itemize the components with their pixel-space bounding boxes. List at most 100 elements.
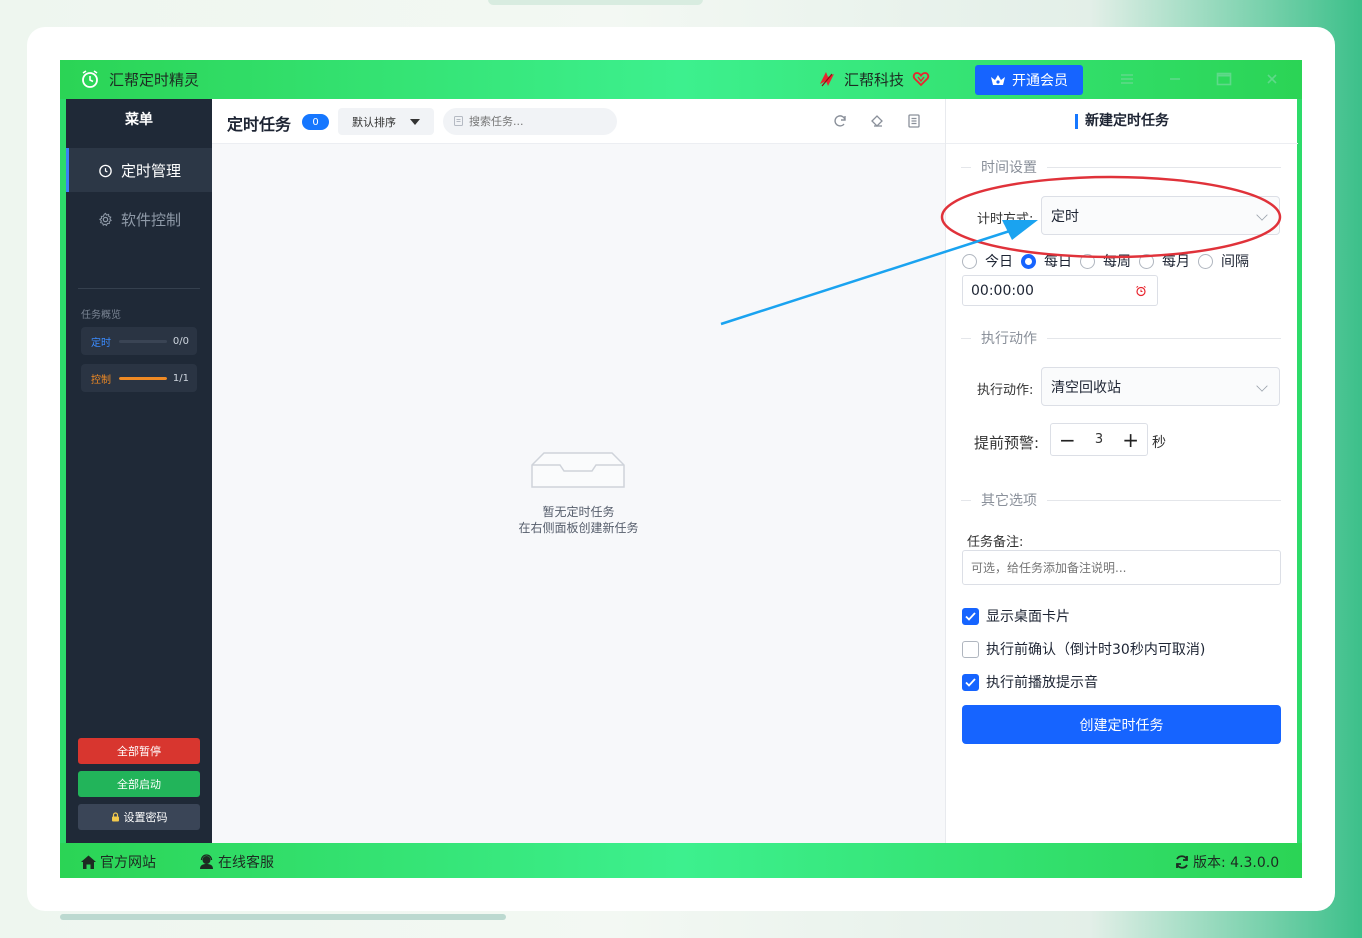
set-password-label: 设置密码 (123, 811, 168, 824)
chevron-down-icon (1256, 209, 1268, 221)
timing-mode-value: 定时 (1051, 208, 1079, 225)
start-all-label: 全部启动 (117, 778, 161, 791)
checkbox-box (962, 607, 979, 625)
radio-daily[interactable]: 每日 (1021, 251, 1072, 271)
play-sound-checkbox[interactable]: 执行前播放提示音 (962, 672, 1098, 692)
official-website-link[interactable]: 官方网站 (80, 852, 156, 872)
caret-down-icon (410, 119, 420, 125)
version-label: 版本: 4.3.0.0 (1193, 855, 1280, 871)
close-icon[interactable] (1263, 70, 1281, 88)
create-task-button[interactable]: 创建定时任务 (962, 705, 1281, 744)
support-label: 在线客服 (218, 855, 274, 871)
warning-label: 提前预警: (974, 434, 1040, 452)
empty-state-hint: 在右侧面板创建新任务 (518, 521, 639, 535)
check-icon (965, 611, 976, 621)
stat-label: 控制 (91, 374, 111, 386)
warning-unit: 秒 (1152, 435, 1166, 451)
status-bar: 官方网站 在线客服 版本: 4.3.0.0 (60, 843, 1302, 878)
sidebar-item-label: 软件控制 (121, 210, 182, 229)
radio-label: 每日 (1044, 254, 1072, 270)
task-count-badge: 0 (302, 114, 329, 130)
app-title: 汇帮定时精灵 (109, 71, 200, 89)
warning-stepper: − 3 + (1050, 423, 1148, 456)
maximize-icon[interactable] (1215, 70, 1233, 88)
increment-button[interactable]: + (1122, 428, 1139, 452)
checkbox-label: 执行前播放提示音 (986, 675, 1098, 691)
start-all-button[interactable]: 全部启动 (78, 771, 200, 797)
new-task-header: 新建定时任务 (946, 99, 1298, 144)
control-stat: 控制 1/1 (81, 364, 197, 392)
log-icon[interactable] (906, 113, 922, 129)
stat-progress-fill (119, 376, 167, 380)
online-support-link[interactable]: 在线客服 (198, 852, 274, 872)
sidebar-divider (78, 288, 200, 289)
show-desktop-card-checkbox[interactable]: 显示桌面卡片 (962, 606, 1070, 626)
section-title: 时间设置 (981, 160, 1037, 176)
sort-dropdown[interactable]: 默认排序 (338, 108, 434, 135)
app-window: 汇帮定时精灵 汇帮科技 开通会员 菜单 定时管理 软件控制 任务概览 定时 0/… (60, 60, 1302, 878)
action-select[interactable]: 清空回收站 (1041, 367, 1280, 406)
sidebar-item-software-control[interactable]: 软件控制 (66, 197, 212, 241)
radio-circle (962, 253, 977, 269)
radio-label: 今日 (985, 254, 1013, 270)
section-title: 其它选项 (981, 493, 1037, 509)
time-input[interactable]: 00:00:00 (962, 275, 1158, 306)
time-settings-section: 时间设置 (961, 157, 1281, 177)
radio-weekly[interactable]: 每周 (1080, 251, 1131, 271)
timing-mode-select[interactable]: 定时 (1041, 196, 1280, 235)
minimize-icon[interactable] (1166, 70, 1184, 88)
pause-all-label: 全部暂停 (117, 745, 161, 758)
confirm-before-run-checkbox[interactable]: 执行前确认（倒计时30秒内可取消) (962, 639, 1205, 659)
time-value: 00:00:00 (971, 282, 1034, 299)
refresh-icon[interactable] (832, 113, 848, 129)
radio-interval[interactable]: 间隔 (1198, 251, 1249, 271)
sidebar-item-timer-management[interactable]: 定时管理 (66, 148, 212, 192)
brand-logo-icon (820, 72, 834, 87)
sidebar-item-label: 定时管理 (121, 161, 182, 180)
search-input[interactable] (443, 108, 617, 135)
website-label: 官方网站 (100, 855, 156, 871)
action-value: 清空回收站 (1051, 379, 1121, 396)
create-task-label: 创建定时任务 (1079, 717, 1164, 734)
note-input[interactable] (962, 550, 1281, 585)
repeat-radio-group: 今日 每日 每周 每月 间隔 (962, 251, 1257, 271)
clear-icon[interactable] (869, 113, 885, 129)
support-agent-icon (200, 854, 213, 869)
timer-stat: 定时 0/0 (81, 327, 197, 355)
decrement-button[interactable]: − (1059, 428, 1076, 452)
title-bar[interactable]: 汇帮定时精灵 汇帮科技 开通会员 (60, 60, 1302, 99)
stat-label: 定时 (91, 337, 111, 349)
note-label: 任务备注: (967, 535, 1024, 550)
sort-label: 默认排序 (352, 115, 396, 129)
background-decoration (488, 0, 703, 5)
stat-count: 0/0 (172, 335, 189, 347)
pause-all-button[interactable]: 全部暂停 (78, 738, 200, 764)
alarm-icon[interactable] (1135, 285, 1147, 297)
clock-icon (99, 164, 112, 177)
checkbox-box (962, 673, 979, 691)
menu-icon[interactable] (1118, 70, 1136, 88)
vip-upgrade-button[interactable]: 开通会员 (975, 65, 1083, 95)
action-section: 执行动作 (961, 328, 1281, 348)
set-password-button[interactable]: 设置密码 (78, 804, 200, 830)
background-decoration (60, 914, 506, 920)
empty-inbox-icon (531, 452, 625, 488)
warning-value[interactable]: 3 (1095, 432, 1103, 447)
radio-today[interactable]: 今日 (962, 251, 1013, 271)
heart-icon (912, 72, 930, 87)
brand-name: 汇帮科技 (844, 71, 905, 89)
sync-icon (1176, 855, 1188, 869)
radio-circle (1021, 253, 1036, 269)
checkbox-box (962, 640, 979, 658)
new-task-panel: 新建定时任务 时间设置 计时方式: 定时 今日 每日 每周 每月 间隔 00:0… (945, 99, 1298, 843)
radio-label: 间隔 (1221, 254, 1249, 270)
radio-circle (1080, 253, 1095, 269)
search-icon (454, 116, 463, 126)
radio-monthly[interactable]: 每月 (1139, 251, 1190, 271)
task-list-title: 定时任务 (227, 115, 292, 134)
section-title: 执行动作 (981, 331, 1037, 347)
stat-progress-bar (119, 339, 167, 343)
vip-label: 开通会员 (1012, 73, 1068, 89)
stat-progress-bar (119, 376, 167, 380)
lock-icon (111, 812, 119, 822)
